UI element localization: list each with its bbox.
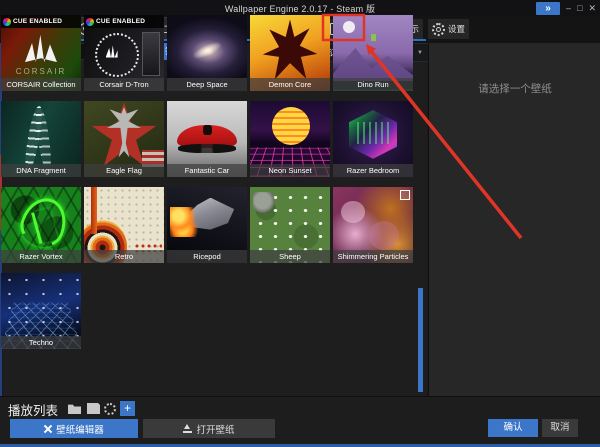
close-button[interactable]: ✕	[588, 2, 596, 15]
settings-button[interactable]: 设置	[428, 19, 469, 39]
tile-art-layer	[170, 207, 199, 237]
tile-art-layer	[91, 187, 97, 234]
wallpaper-tile[interactable]: Dino Run	[333, 15, 413, 91]
playlist-label: 播放列表	[8, 400, 58, 419]
wallpaper-tile[interactable]: Demon Core	[250, 15, 330, 91]
save-playlist-icon[interactable]	[87, 403, 100, 414]
wallpaper-tile[interactable]: CUE ENABLED Corsair D-Tron	[84, 15, 164, 91]
cue-badge-label: CUE ENABLED	[13, 18, 62, 25]
minimize-button[interactable]: –	[566, 2, 571, 15]
wallpaper-tile[interactable]: Razer Bedroom	[333, 101, 413, 177]
tile-art-layer	[142, 32, 160, 77]
wallpaper-title: Demon Core	[250, 78, 330, 91]
wallpaper-tile[interactable]: Ricepod	[167, 187, 247, 263]
wallpaper-title: Ricepod	[167, 250, 247, 263]
wallpaper-tile[interactable]: CORSAIR CUE ENABLED CORSAIR Collection	[1, 15, 81, 91]
open-file-icon	[183, 424, 192, 433]
maximize-button[interactable]: □	[577, 2, 582, 15]
wallpaper-title: Corsair D-Tron	[84, 78, 164, 91]
tile-art-layer	[369, 221, 399, 250]
tile-art-layer	[357, 122, 389, 143]
tile-art-layer	[178, 144, 236, 153]
open-wallpaper-button[interactable]: 打开壁纸	[143, 419, 275, 438]
wallpaper-tile[interactable]: DNA Fragment	[1, 101, 81, 177]
cue-logo-icon	[3, 18, 11, 26]
wallpaper-title: Fantastic Car	[167, 164, 247, 177]
wallpaper-tile[interactable]: Shimmering Particles	[333, 187, 413, 263]
tile-art-layer	[253, 192, 277, 215]
cue-enabled-badge: CUE ENABLED	[84, 15, 164, 28]
wallpaper-tile[interactable]: Retro	[84, 187, 164, 263]
wallpaper-tile[interactable]: Eagle Flag	[84, 101, 164, 177]
wallpaper-editor-button[interactable]: 壁纸编辑器	[10, 419, 138, 438]
tile-art-layer	[190, 39, 223, 62]
cue-badge-label: CUE ENABLED	[96, 18, 145, 25]
wallpaper-title: Sheep	[250, 250, 330, 263]
wallpaper-title: DNA Fragment	[1, 164, 81, 177]
open-wallpaper-label: 打开壁纸	[196, 422, 234, 436]
wallpaper-title: Techno	[1, 336, 81, 349]
wallpaper-engine-window: Wallpaper Engine 2.0.17 - Steam 版 » – □ …	[0, 0, 600, 447]
wallpaper-title: Retro	[84, 250, 164, 263]
wallpaper-title: Razer Bedroom	[333, 164, 413, 177]
tile-watermark: CORSAIR	[1, 67, 81, 76]
tile-art-layer	[272, 107, 310, 145]
scrollbar-thumb[interactable]	[418, 288, 423, 392]
wallpaper-tile[interactable]: Fantastic Car	[167, 101, 247, 177]
wallpaper-tile[interactable]: Razer Vortex	[1, 187, 81, 263]
tile-art-layer	[203, 125, 212, 135]
cue-logo-icon	[86, 18, 94, 26]
footer-bar: 播放列表 + 壁纸编辑器 打开壁纸 确认 取消	[0, 396, 600, 445]
wallpaper-grid: CORSAIR CUE ENABLED CORSAIR Collection C…	[1, 15, 420, 349]
wallpaper-title: Razer Vortex	[1, 250, 81, 263]
wallpaper-title: Eagle Flag	[84, 164, 164, 177]
expand-button[interactable]: »	[536, 2, 560, 15]
tile-art-layer	[343, 21, 355, 33]
wallpaper-title: Dino Run	[333, 78, 413, 91]
playlist-settings-icon[interactable]	[104, 403, 116, 415]
preview-panel: 请选择一个壁纸	[428, 43, 600, 396]
settings-label: 设置	[448, 23, 465, 35]
folder-open-icon[interactable]	[68, 403, 81, 414]
editor-tools-icon	[44, 425, 52, 433]
add-playlist-button[interactable]: +	[120, 401, 135, 416]
wallpaper-title: Neon Sunset	[250, 164, 330, 177]
tile-art-layer	[371, 34, 376, 41]
select-wallpaper-hint: 请选择一个壁纸	[429, 81, 600, 96]
wallpaper-tile[interactable]: Techno	[1, 273, 81, 349]
cancel-button[interactable]: 取消	[542, 419, 578, 437]
wallpaper-title: Shimmering Particles	[333, 250, 413, 263]
wallpaper-tile[interactable]: Neon Sunset	[250, 101, 330, 177]
wallpaper-title: CORSAIR Collection	[1, 78, 81, 91]
tile-art-layer	[333, 39, 413, 82]
title-bar: Wallpaper Engine 2.0.17 - Steam 版 » – □ …	[0, 0, 600, 16]
tile-art-layer	[263, 20, 317, 82]
wallpaper-tile[interactable]: Deep Space	[167, 15, 247, 91]
wallpaper-tile[interactable]: Sheep	[250, 187, 330, 263]
tile-art-layer	[25, 35, 57, 62]
cue-enabled-badge: CUE ENABLED	[1, 15, 81, 28]
tile-checkbox[interactable]	[400, 190, 410, 200]
tile-art-layer	[341, 201, 365, 224]
wallpaper-title: Deep Space	[167, 78, 247, 91]
wallpaper-editor-label: 壁纸编辑器	[56, 422, 104, 436]
confirm-button[interactable]: 确认	[488, 419, 538, 437]
gear-icon	[432, 23, 445, 36]
window-title: Wallpaper Engine 2.0.17 - Steam 版	[225, 2, 375, 15]
window-controls: » – □ ✕	[536, 1, 596, 15]
